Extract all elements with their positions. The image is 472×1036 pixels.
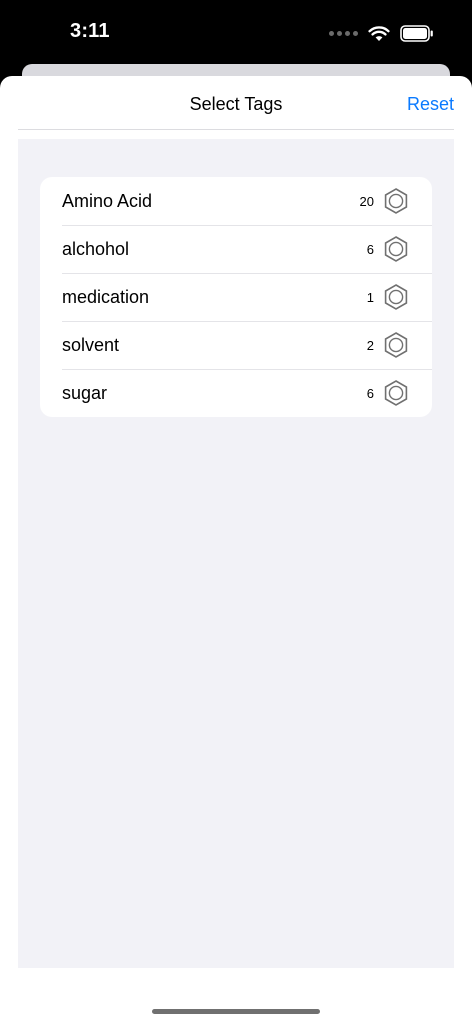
status-bar: 3:11 — [0, 0, 472, 64]
sheet-title: Select Tags — [189, 94, 283, 114]
tag-count: 1 — [366, 289, 374, 305]
benzene-ring-icon — [384, 332, 408, 358]
content-area[interactable]: Amino Acid 20 alchohol 6 medication 1 so… — [18, 139, 454, 968]
status-icons — [329, 22, 434, 44]
benzene-ring-icon — [384, 188, 408, 214]
select-tags-sheet: Select Tags Reset Amino Acid 20 alchohol… — [0, 76, 472, 1036]
tag-list: Amino Acid 20 alchohol 6 medication 1 so… — [40, 177, 432, 417]
tag-name: Amino Acid — [62, 190, 153, 211]
status-time: 3:11 — [70, 20, 110, 42]
tag-row-medication[interactable]: medication 1 — [40, 273, 432, 321]
tag-name: sugar — [62, 382, 108, 403]
tag-count: 20 — [359, 193, 374, 209]
tag-row-sugar[interactable]: sugar 6 — [40, 369, 432, 417]
battery-icon — [400, 24, 433, 42]
tag-row-amino-acid[interactable]: Amino Acid 20 — [40, 177, 432, 225]
signal-dots-icon — [329, 30, 358, 36]
reset-button[interactable]: Reset — [407, 94, 454, 115]
tag-row-alchohol[interactable]: alchohol 6 — [40, 225, 432, 273]
wifi-icon — [368, 25, 390, 41]
tag-name: medication — [62, 286, 150, 307]
nav-divider — [18, 129, 454, 130]
benzene-ring-icon — [384, 236, 408, 262]
benzene-ring-icon — [384, 284, 408, 310]
tag-count: 6 — [366, 385, 374, 401]
tag-count: 6 — [366, 241, 374, 257]
tag-row-solvent[interactable]: solvent 2 — [40, 321, 432, 369]
tag-count: 2 — [366, 337, 374, 353]
benzene-ring-icon — [384, 380, 408, 406]
tag-name: alchohol — [62, 238, 130, 259]
home-indicator[interactable] — [152, 1009, 320, 1014]
tag-name: solvent — [62, 334, 120, 355]
